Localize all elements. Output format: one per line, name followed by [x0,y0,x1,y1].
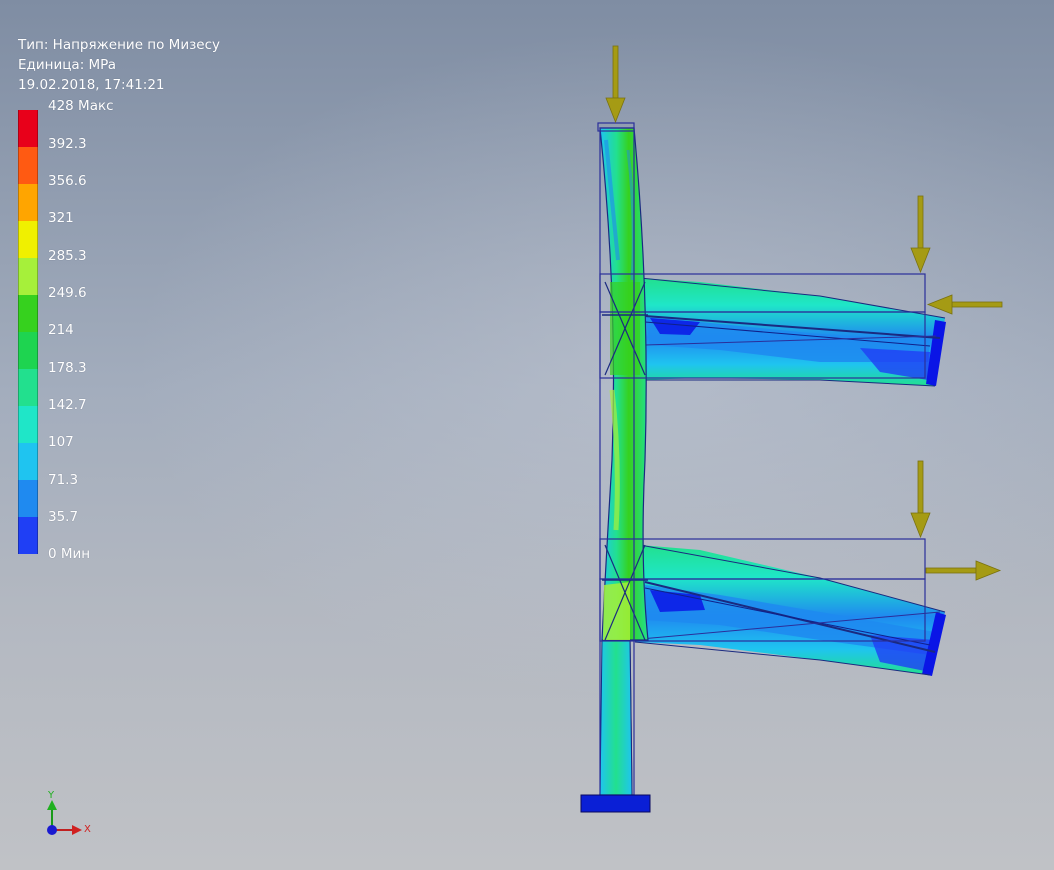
legend-tick-label: 392.3 [48,136,87,152]
y-axis-label: Y [48,790,55,801]
legend-tick-label: 107 [48,434,74,450]
result-info: Тип: Напряжение по Мизесу Единица: MPa 1… [18,35,220,95]
legend-swatch [18,147,38,184]
undeformed-wireframe [597,122,926,796]
legend-tick-label: 214 [48,322,74,338]
fea-model[interactable] [560,30,1040,830]
legend-tick-label: 71.3 [48,472,79,488]
load-arrow-down[interactable] [605,45,626,124]
x-axis-label: X [84,824,91,835]
load-arrow-right[interactable] [925,560,1002,581]
legend-tick-label: 356.6 [48,173,87,189]
load-arrow-left[interactable] [926,294,1003,315]
lower-arm[interactable] [629,544,946,676]
column-lower-segment [599,639,633,796]
legend-max-label: 428 Макс [48,98,114,114]
legend-swatch [18,443,38,480]
upper-arm[interactable] [639,277,946,387]
legend-swatch [18,332,38,369]
legend-swatch [18,221,38,258]
load-arrow-down[interactable] [910,195,931,274]
vertical-column[interactable] [599,127,649,796]
legend-tick-label: 178.3 [48,360,87,376]
legend-tick-label: 142.7 [48,397,87,413]
legend-tick-label: 321 [48,210,74,226]
legend-swatch [18,480,38,517]
x-axis-arrow [72,825,82,835]
legend-tick-label: 35.7 [48,509,79,525]
legend-swatch [18,517,38,554]
color-legend[interactable]: 428 Макс 392.3 356.6 321 285.3 249.6 214… [18,98,228,570]
base-plate[interactable] [580,794,651,813]
z-axis-origin [47,825,57,835]
graphics-viewport[interactable]: Тип: Напряжение по Мизесу Единица: MPa 1… [0,0,1054,870]
legend-swatch [18,295,38,332]
legend-swatch [18,110,38,147]
result-timestamp: 19.02.2018, 17:41:21 [18,77,165,93]
result-unit-label: Единица: MPa [18,57,116,73]
legend-color-bar [18,110,38,554]
y-axis-arrow [47,800,57,810]
legend-swatch [18,258,38,295]
result-type-label: Тип: Напряжение по Мизесу [18,37,220,53]
legend-min-label: 0 Мин [48,546,91,562]
legend-swatch [18,406,38,443]
legend-swatch [18,184,38,221]
load-arrow-down[interactable] [910,460,931,539]
coordinate-triad[interactable]: Y X [36,786,106,846]
triad-graphic [47,800,82,835]
legend-swatch [18,369,38,406]
legend-tick-label: 249.6 [48,285,87,301]
legend-tick-label: 285.3 [48,248,87,264]
